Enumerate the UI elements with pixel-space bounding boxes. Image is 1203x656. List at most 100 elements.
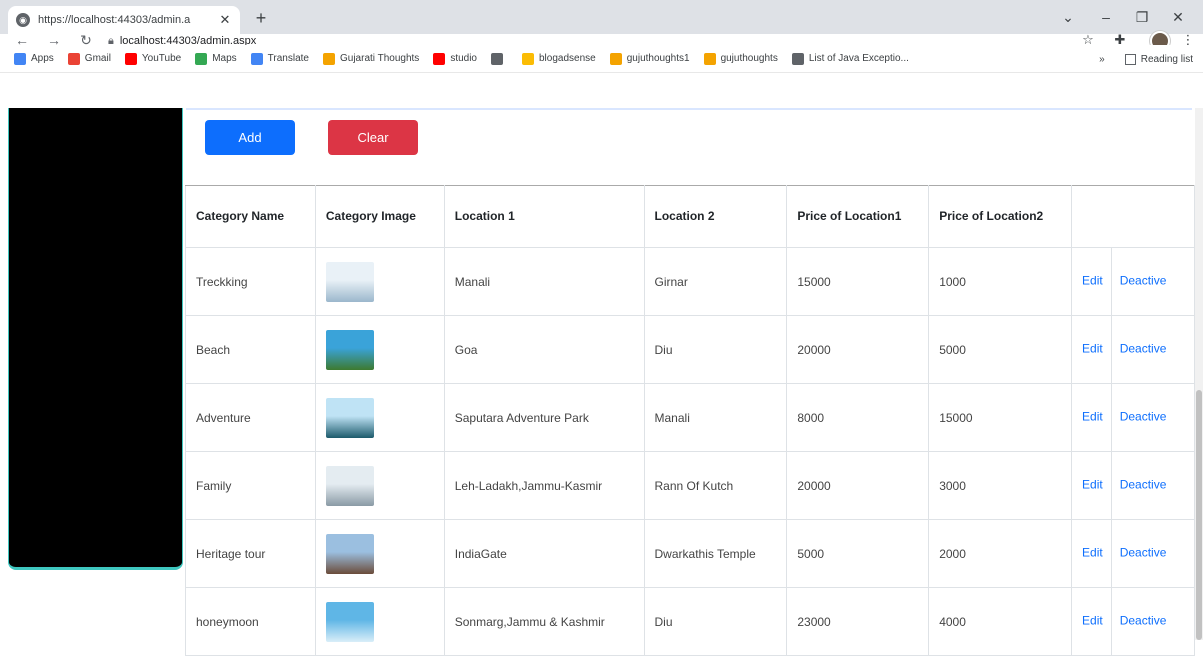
actions-cell: Edit Deactive (1071, 383, 1195, 452)
location-2-cell: Manali (643, 383, 788, 452)
header-category-image: Category Image (314, 185, 445, 248)
category-image-cell (314, 383, 445, 452)
bookmark-item[interactable]: youtube-icon YouTube (124, 52, 181, 65)
actions-cell: Edit Deactive (1071, 519, 1195, 588)
bookmark-icon: java-icon (791, 52, 804, 65)
edit-link[interactable]: Edit (1082, 274, 1103, 288)
close-tab-icon[interactable]: ✕ (218, 12, 232, 28)
bookmark-item[interactable]: adsense-icon blogadsense (522, 52, 596, 65)
header-location-1: Location 1 (443, 185, 645, 248)
reading-list-button[interactable]: Reading list (1141, 54, 1193, 65)
more-bookmarks-icon[interactable]: » (1099, 54, 1105, 65)
edit-link[interactable]: Edit (1082, 410, 1103, 424)
bookmark-icon: maps-icon (195, 52, 208, 65)
location-2-cell: Diu (643, 587, 788, 656)
table-row: Family Leh-Ladakh,Jammu-Kasmir Rann Of Kut… (185, 451, 1195, 520)
table-row: Heritage tour IndiaGate Dwarkathis Temple 5… (185, 519, 1195, 588)
bookmark-icon: translate-icon (250, 52, 263, 65)
location-1-cell: Saputara Adventure Park (443, 383, 645, 452)
price-location-1-cell: 23000 (786, 587, 930, 656)
category-name-cell: Family (185, 451, 316, 520)
location-1-cell: Goa (443, 315, 645, 384)
bookmark-label: blogadsense (539, 53, 596, 64)
category-name-cell: Heritage tour (185, 519, 316, 588)
globe-icon: ◉ (16, 13, 30, 27)
bookmark-label: studio (450, 53, 477, 64)
price-location-2-cell: 3000 (928, 451, 1073, 520)
location-2-cell: Girnar (643, 247, 788, 316)
deactive-link[interactable]: Deactive (1120, 274, 1167, 288)
maximize-button[interactable]: ❐ (1124, 6, 1160, 28)
deactive-link[interactable]: Deactive (1120, 614, 1167, 628)
edit-link[interactable]: Edit (1082, 478, 1103, 492)
category-thumbnail (325, 261, 374, 302)
category-thumbnail (325, 329, 374, 370)
form-divider (186, 108, 1192, 110)
header-category-name: Category Name (185, 185, 316, 248)
price-location-1-cell: 8000 (786, 383, 930, 452)
category-name-cell: Adventure (185, 383, 316, 452)
bookmark-icon: blogger-icon (609, 52, 622, 65)
edit-link[interactable]: Edit (1082, 614, 1103, 628)
clear-button[interactable]: Clear (328, 120, 418, 155)
bookmark-item[interactable]: globe-icon (491, 52, 508, 65)
header-location-2: Location 2 (643, 185, 788, 248)
edit-link[interactable]: Edit (1082, 546, 1103, 560)
price-location-1-cell: 20000 (786, 451, 930, 520)
edit-link[interactable]: Edit (1082, 342, 1103, 356)
table-row: Treckking Manali Girnar 15000 1000 Edit Deacti… (185, 247, 1195, 316)
close-window-button[interactable]: ✕ (1160, 6, 1196, 28)
bookmark-item[interactable]: java-icon List of Java Exceptio... (791, 52, 909, 65)
bookmark-icon: globe-icon (491, 52, 503, 65)
bookmarks-list: apps-icon Apps gmail-icon Gmail youtube-icon… (14, 52, 923, 65)
bookmark-label: Translate (267, 53, 309, 64)
category-name-cell: Beach (185, 315, 316, 384)
table-row: honeymoon Sonmarg,Jammu & Kashmir Diu 23000… (185, 587, 1195, 656)
admin-sidebar (8, 108, 183, 570)
bookmarks-right: » Reading list (1099, 45, 1193, 73)
table-header-row: Category Name Category Image Location 1 … (185, 185, 1195, 248)
bookmark-item[interactable]: blogger-icon gujuthoughts1 (609, 52, 690, 65)
header-actions (1071, 185, 1195, 248)
bookmark-item[interactable]: apps-icon Apps (14, 52, 54, 65)
deactive-link[interactable]: Deactive (1120, 478, 1167, 492)
bookmark-item[interactable]: translate-icon Translate (250, 52, 309, 65)
category-table: Category Name Category Image Location 1 … (185, 185, 1195, 656)
location-1-cell: Sonmarg,Jammu & Kashmir (443, 587, 645, 656)
bookmark-label: Apps (31, 53, 54, 64)
category-name-cell: Treckking (185, 247, 316, 316)
location-1-cell: IndiaGate (443, 519, 645, 588)
price-location-2-cell: 5000 (928, 315, 1073, 384)
category-image-cell (314, 247, 445, 316)
bookmark-item[interactable]: maps-icon Maps (195, 52, 237, 65)
category-image-cell (314, 315, 445, 384)
page-scrollbar-thumb[interactable] (1196, 390, 1202, 640)
bookmark-label: Maps (212, 53, 237, 64)
bookmark-label: List of Java Exceptio... (808, 53, 909, 64)
deactive-link[interactable]: Deactive (1120, 410, 1167, 424)
bookmark-icon: youtube-icon (124, 52, 137, 65)
tab-search-icon[interactable]: ⌄ (1050, 6, 1086, 28)
bookmark-label: Gujarati Thoughts (340, 53, 420, 64)
bookmark-item[interactable]: blogger-icon gujuthoughts (703, 52, 778, 65)
bookmark-label: gujuthoughts (720, 53, 778, 64)
actions-divider (1110, 384, 1112, 451)
bookmark-icon: gmail-icon (67, 52, 80, 65)
bookmarks-bar: apps-icon Apps gmail-icon Gmail youtube-icon… (0, 45, 1203, 73)
price-location-1-cell: 15000 (786, 247, 930, 316)
bookmark-item[interactable]: gmail-icon Gmail (67, 52, 111, 65)
add-button[interactable]: Add (205, 120, 295, 155)
new-tab-button[interactable]: + (250, 8, 272, 30)
price-location-2-cell: 1000 (928, 247, 1073, 316)
bookmark-item[interactable]: youtube-studio-icon studio (433, 52, 477, 65)
minimize-button[interactable]: – (1088, 6, 1124, 28)
deactive-link[interactable]: Deactive (1120, 342, 1167, 356)
actions-divider (1110, 588, 1112, 655)
browser-tab-strip: ◉ https://localhost:44303/admin.a ✕ + ⌄ … (0, 0, 1203, 34)
bookmark-item[interactable]: blogger-icon Gujarati Thoughts (323, 52, 420, 65)
price-location-2-cell: 2000 (928, 519, 1073, 588)
actions-cell: Edit Deactive (1071, 451, 1195, 520)
location-2-cell: Diu (643, 315, 788, 384)
deactive-link[interactable]: Deactive (1120, 546, 1167, 560)
bookmark-icon: youtube-studio-icon (433, 52, 446, 65)
